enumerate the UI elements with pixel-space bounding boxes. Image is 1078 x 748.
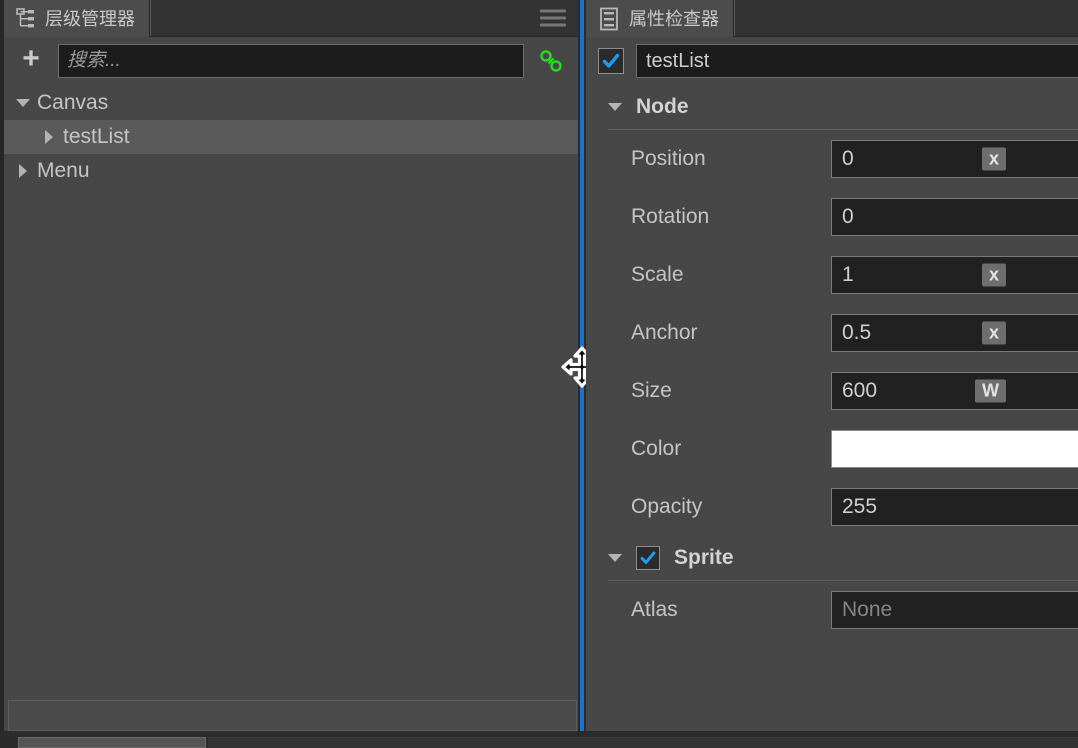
section-title: Sprite: [674, 546, 734, 569]
property-row-position: Position 0 x: [586, 130, 1078, 188]
property-value: 0: [842, 147, 854, 170]
tree-item-label: Canvas: [37, 91, 109, 114]
property-label: Color: [631, 437, 682, 460]
search-input[interactable]: [58, 44, 524, 78]
tree-item-menu[interactable]: Menu: [4, 154, 578, 188]
hierarchy-tabbar: 层级管理器: [4, 0, 578, 37]
inspector-tabbar: 属性检查器: [586, 0, 1078, 37]
property-row-rotation: Rotation 0: [586, 188, 1078, 246]
tab-inspector-label: 属性检查器: [629, 8, 719, 29]
property-label: Atlas: [631, 598, 678, 621]
section-header-sprite[interactable]: Sprite: [586, 536, 1078, 580]
add-node-button[interactable]: +: [4, 44, 58, 78]
property-label: Anchor: [631, 321, 698, 344]
property-value: 600: [842, 379, 878, 402]
bottom-dock-rest: [208, 737, 1078, 748]
sprite-enabled-checkbox[interactable]: [636, 546, 660, 570]
property-value-input[interactable]: 0: [831, 140, 1078, 178]
chevron-down-icon[interactable]: [608, 103, 622, 111]
tree-item-canvas[interactable]: Canvas: [4, 86, 578, 120]
size-suffix-label: W: [975, 379, 1006, 403]
property-row-opacity: Opacity 255: [586, 478, 1078, 536]
panel-splitter[interactable]: [561, 0, 603, 748]
inspector-tabbar-empty: [734, 0, 1078, 36]
color-swatch-button[interactable]: [831, 430, 1078, 468]
property-label: Scale: [631, 263, 684, 286]
editor-window: 层级管理器 + 搜索... Canvas testList Menu 属性检查器…: [0, 0, 1078, 748]
asset-picker-field[interactable]: None: [831, 591, 1078, 629]
axis-suffix-label: x: [981, 147, 1006, 171]
property-value-input[interactable]: 0.5: [831, 314, 1078, 352]
chain-link-icon[interactable]: [534, 44, 568, 78]
search-field-wrapper: [58, 44, 524, 78]
property-value-input[interactable]: 255: [831, 488, 1078, 526]
property-label: Rotation: [631, 205, 710, 228]
section-title: Node: [636, 95, 689, 118]
property-value-input[interactable]: 0: [831, 198, 1078, 236]
property-row-anchor: Anchor 0.5 x: [586, 304, 1078, 362]
property-value: 0.5: [842, 321, 872, 344]
property-label: Opacity: [631, 495, 703, 518]
triangle-right-icon[interactable]: [38, 130, 60, 144]
chevron-down-icon[interactable]: [608, 554, 622, 562]
tree-item-label: testList: [63, 125, 130, 148]
property-row-color: Color: [586, 420, 1078, 478]
tree-item-label: Menu: [37, 159, 90, 182]
hamburger-menu-icon[interactable]: [540, 9, 566, 27]
hierarchy-panel: 层级管理器 + 搜索... Canvas testList Menu: [0, 0, 578, 731]
property-row-atlas: Atlas None: [586, 581, 1078, 639]
node-enabled-checkbox[interactable]: [598, 48, 624, 74]
property-value: None: [842, 598, 893, 621]
property-row-scale: Scale 1 x: [586, 246, 1078, 304]
hierarchy-tree-icon: [16, 7, 36, 30]
tab-hierarchy[interactable]: 层级管理器: [4, 0, 150, 37]
property-value-input[interactable]: 600: [831, 372, 1078, 410]
hierarchy-status-strip: [8, 700, 577, 731]
triangle-down-icon[interactable]: [12, 99, 34, 107]
hierarchy-tabbar-empty: [150, 0, 578, 36]
section-header-node[interactable]: Node: [586, 85, 1078, 129]
hierarchy-toolbar: +: [4, 37, 578, 85]
inspector-panel: 属性检查器 Node Position 0 x Rotat: [586, 0, 1078, 748]
property-value: 1: [842, 263, 854, 286]
axis-suffix-label: x: [981, 263, 1006, 287]
property-value-input[interactable]: 1: [831, 256, 1078, 294]
property-value: 0: [842, 205, 854, 228]
property-label: Position: [631, 147, 706, 170]
property-row-size: Size 600 W: [586, 362, 1078, 420]
bottom-dock-bar: [0, 731, 1078, 748]
property-value: 255: [842, 495, 878, 518]
inspector-icon: [598, 7, 620, 31]
bottom-dock-tab[interactable]: [18, 737, 206, 748]
hierarchy-tree: Canvas testList Menu: [4, 85, 578, 188]
property-label: Size: [631, 379, 672, 402]
node-name-row: [586, 37, 1078, 85]
tab-hierarchy-label: 层级管理器: [45, 8, 135, 29]
node-name-input[interactable]: [636, 44, 1078, 78]
tree-item-testlist[interactable]: testList: [4, 120, 578, 154]
tab-inspector[interactable]: 属性检查器: [586, 0, 734, 37]
triangle-right-icon[interactable]: [12, 164, 34, 178]
axis-suffix-label: x: [981, 321, 1006, 345]
